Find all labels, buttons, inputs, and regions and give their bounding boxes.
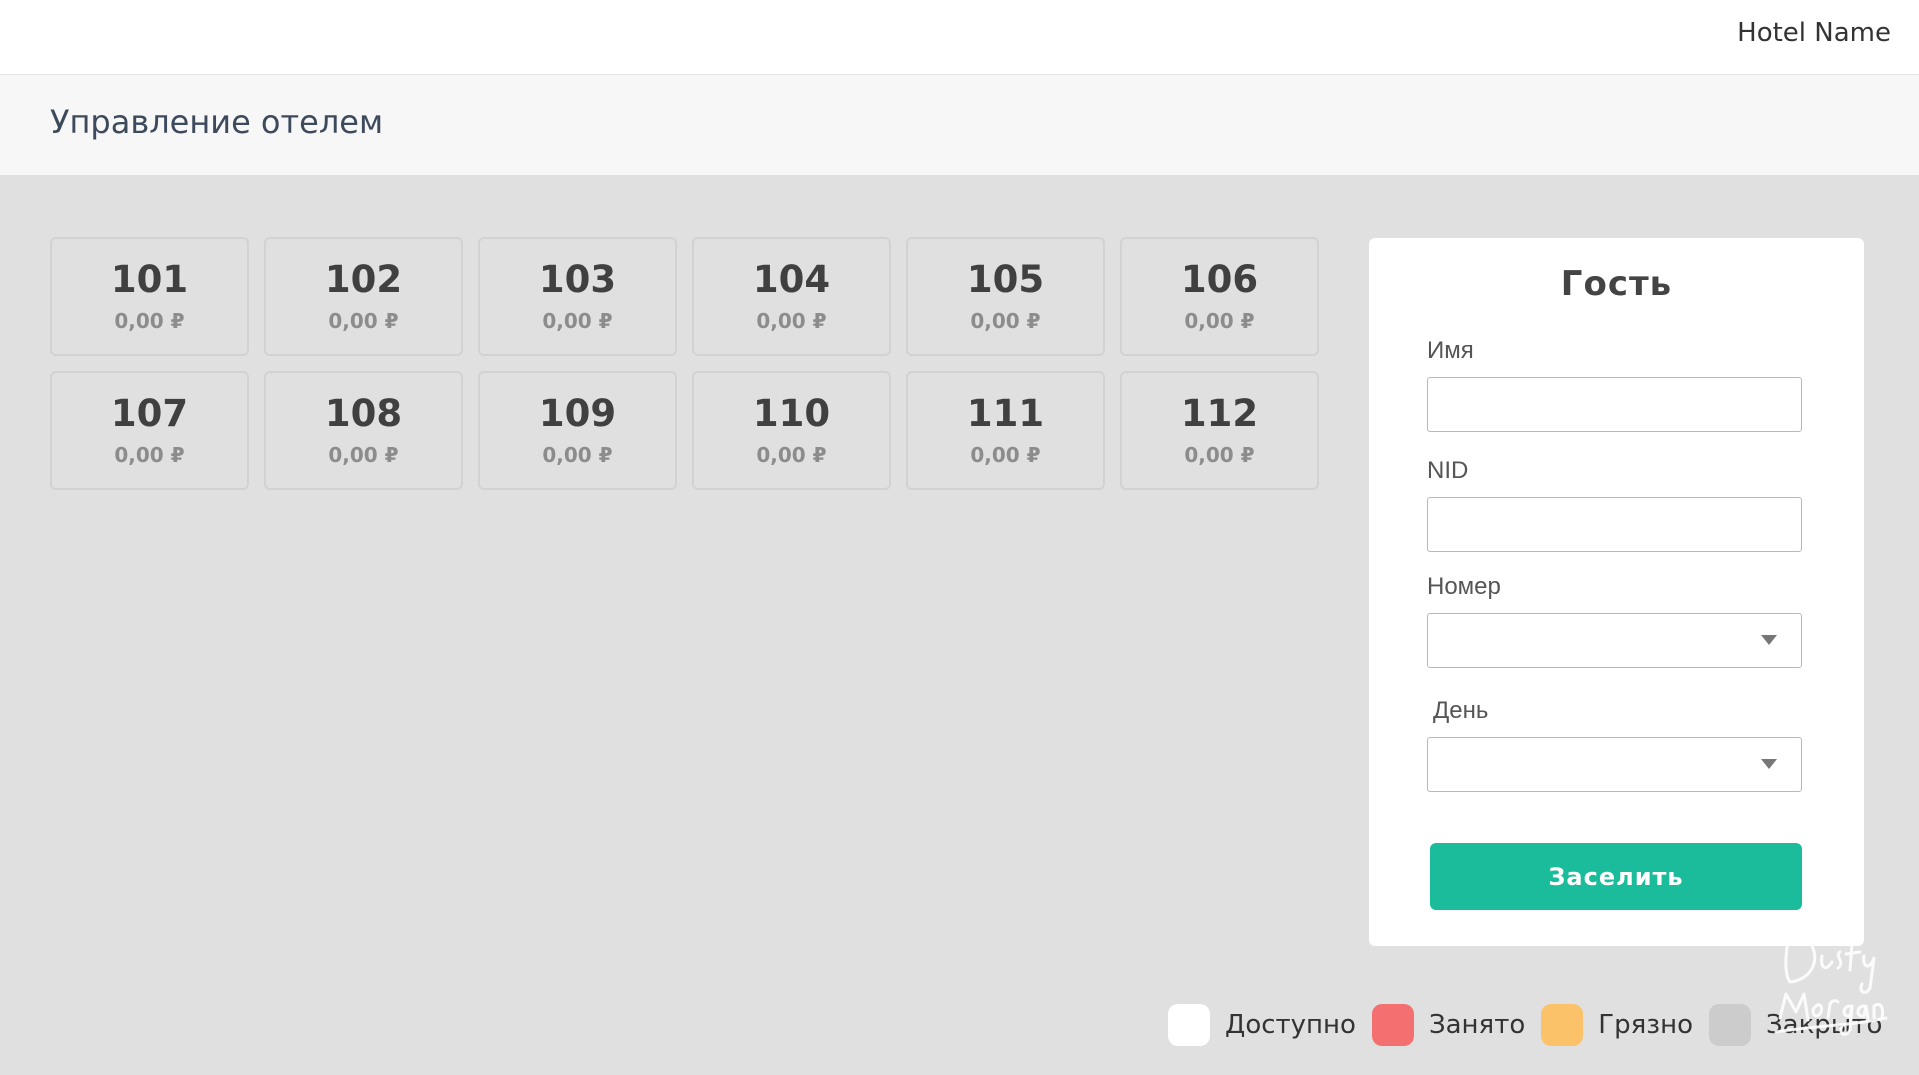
room-card-107[interactable]: 107 0,00 ₽ <box>50 371 249 490</box>
room-price: 0,00 ₽ <box>542 442 613 467</box>
status-legend: Доступно Занято Грязно Закрыто <box>1168 1004 1898 1046</box>
name-input[interactable] <box>1427 377 1802 432</box>
room-number: 106 <box>1180 258 1259 302</box>
guest-form-panel: Гость Имя NID Номер День Заселить <box>1369 238 1864 946</box>
page-title: Управление отелем <box>50 103 384 141</box>
room-card-104[interactable]: 104 0,00 ₽ <box>692 237 891 356</box>
room-number: 111 <box>966 392 1045 436</box>
legend-label: Закрыто <box>1765 1010 1883 1040</box>
page-header: Управление отелем <box>0 75 1919 175</box>
room-price: 0,00 ₽ <box>1184 442 1255 467</box>
day-select[interactable] <box>1427 737 1802 792</box>
room-price: 0,00 ₽ <box>328 308 399 333</box>
chevron-down-icon <box>1761 759 1777 769</box>
room-price: 0,00 ₽ <box>1184 308 1255 333</box>
room-price: 0,00 ₽ <box>542 308 613 333</box>
room-number: 107 <box>110 392 189 436</box>
legend-label: Доступно <box>1225 1010 1356 1040</box>
room-card-106[interactable]: 106 0,00 ₽ <box>1120 237 1319 356</box>
chevron-down-icon <box>1761 635 1777 645</box>
room-card-109[interactable]: 109 0,00 ₽ <box>478 371 677 490</box>
room-number: 102 <box>324 258 403 302</box>
legend-swatch-available <box>1168 1004 1210 1046</box>
room-price: 0,00 ₽ <box>756 308 827 333</box>
room-select[interactable] <box>1427 613 1802 668</box>
day-label: День <box>1433 697 1489 724</box>
legend-swatch-closed <box>1708 1004 1751 1046</box>
room-card-111[interactable]: 111 0,00 ₽ <box>906 371 1105 490</box>
room-card-101[interactable]: 101 0,00 ₽ <box>50 237 249 356</box>
nid-label: NID <box>1427 457 1469 484</box>
room-number: 103 <box>538 258 617 302</box>
nid-input[interactable] <box>1427 497 1802 552</box>
room-card-105[interactable]: 105 0,00 ₽ <box>906 237 1105 356</box>
room-number: 109 <box>538 392 617 436</box>
legend-swatch-dirty <box>1541 1004 1584 1046</box>
legend-label: Занято <box>1428 1010 1526 1040</box>
room-card-110[interactable]: 110 0,00 ₽ <box>692 371 891 490</box>
room-price: 0,00 ₽ <box>970 442 1041 467</box>
check-in-button[interactable]: Заселить <box>1430 843 1802 910</box>
name-label: Имя <box>1427 337 1474 364</box>
top-bar: Hotel Name <box>0 0 1919 75</box>
room-number: 108 <box>324 392 403 436</box>
legend-item-occupied: Занято <box>1371 1004 1526 1046</box>
legend-label: Грязно <box>1598 1010 1693 1040</box>
room-price: 0,00 ₽ <box>970 308 1041 333</box>
room-card-103[interactable]: 103 0,00 ₽ <box>478 237 677 356</box>
room-price: 0,00 ₽ <box>114 442 185 467</box>
room-number: 101 <box>110 258 189 302</box>
legend-item-dirty: Грязно <box>1541 1004 1693 1046</box>
room-price: 0,00 ₽ <box>328 442 399 467</box>
legend-swatch-occupied <box>1371 1004 1414 1046</box>
legend-item-available: Доступно <box>1168 1004 1356 1046</box>
room-card-102[interactable]: 102 0,00 ₽ <box>264 237 463 356</box>
rooms-grid: 101 0,00 ₽ 102 0,00 ₽ 103 0,00 ₽ 104 0,0… <box>50 237 1319 490</box>
room-price: 0,00 ₽ <box>114 308 185 333</box>
room-number: 105 <box>966 258 1045 302</box>
room-number: 104 <box>752 258 831 302</box>
room-number: 112 <box>1180 392 1259 436</box>
room-price: 0,00 ₽ <box>756 442 827 467</box>
hotel-name: Hotel Name <box>1737 18 1891 48</box>
room-number: 110 <box>752 392 831 436</box>
guest-form-title: Гость <box>1560 264 1673 304</box>
legend-item-closed: Закрыто <box>1708 1004 1883 1046</box>
room-card-108[interactable]: 108 0,00 ₽ <box>264 371 463 490</box>
room-card-112[interactable]: 112 0,00 ₽ <box>1120 371 1319 490</box>
room-label: Номер <box>1427 573 1501 600</box>
